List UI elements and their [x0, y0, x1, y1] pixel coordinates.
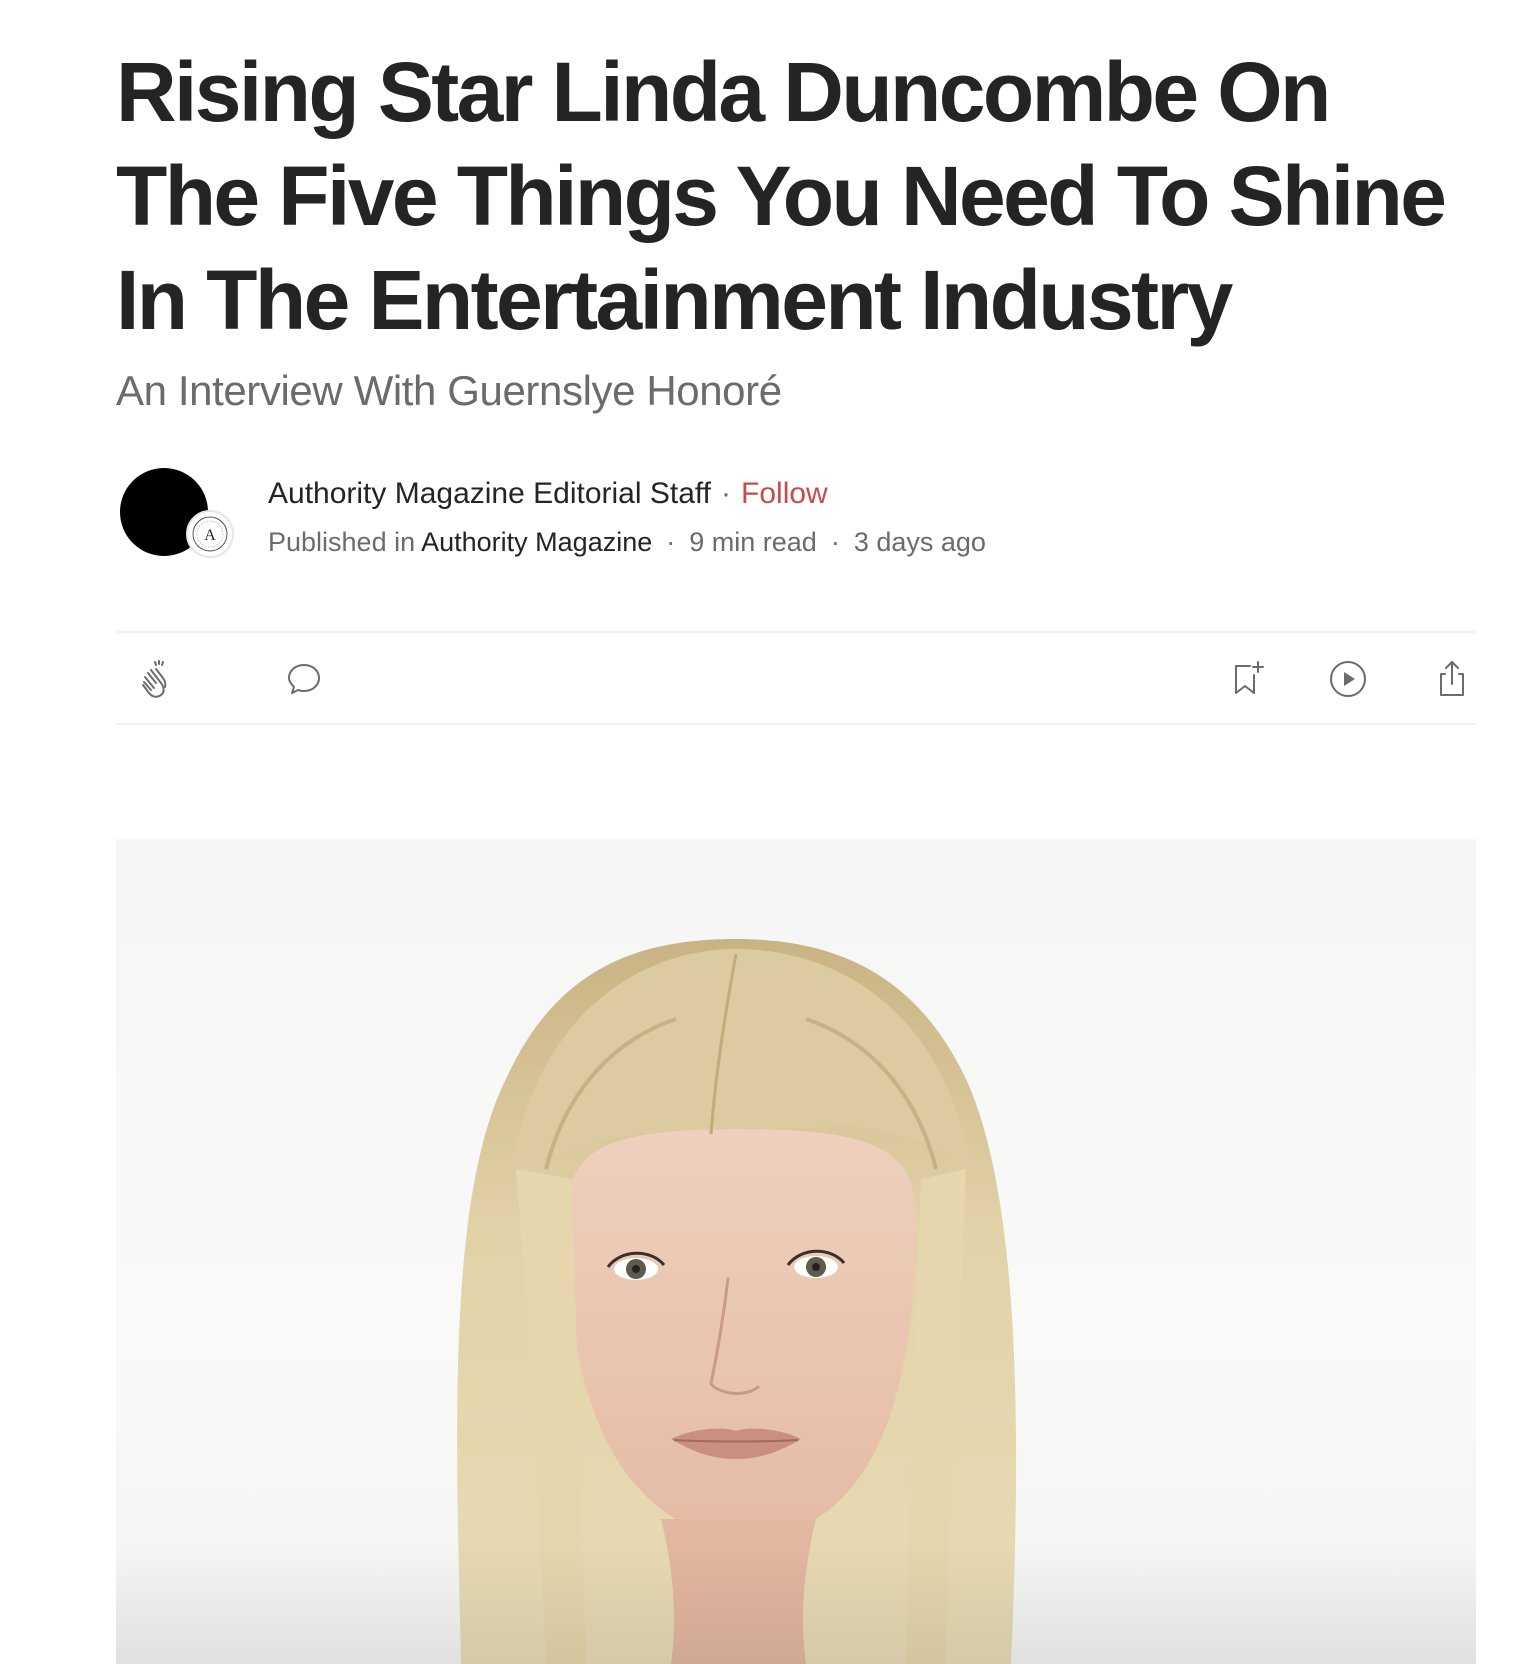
- comment-icon: [288, 664, 320, 694]
- portrait-illustration: [116, 939, 1476, 1664]
- publication-logo[interactable]: A: [186, 510, 234, 558]
- publication-link[interactable]: Authority Magazine: [421, 527, 652, 557]
- bookmark-add-icon: [1235, 661, 1264, 694]
- published-date: 3 days ago: [853, 527, 986, 557]
- author-avatar-group[interactable]: A: [118, 466, 242, 560]
- hero-image: [116, 839, 1476, 1664]
- byline: Authority Magazine Editorial Staff · Follo…: [268, 474, 828, 514]
- author-name[interactable]: Authority Magazine Editorial Staff: [268, 477, 711, 510]
- clap-button[interactable]: [134, 657, 178, 701]
- article-page: Rising Star Linda Duncombe On The Five T…: [0, 0, 1520, 1664]
- byline-separator: ·: [721, 477, 732, 510]
- meta-separator: ·: [666, 527, 676, 557]
- clap-icon: [142, 660, 167, 698]
- publication-logo-icon: A: [192, 516, 228, 552]
- article-title: Rising Star Linda Duncombe On The Five T…: [116, 45, 1447, 347]
- follow-button[interactable]: Follow: [741, 477, 828, 510]
- article-meta: Published in Authority Magazine · 9 min re…: [268, 524, 986, 560]
- share-button[interactable]: [1430, 657, 1474, 701]
- action-bar: [116, 631, 1476, 725]
- publication-logo-letter: A: [204, 527, 216, 544]
- share-icon: [1440, 661, 1464, 696]
- read-time: 9 min read: [689, 527, 817, 557]
- bookmark-button[interactable]: [1226, 657, 1270, 701]
- article-subtitle: An Interview With Guernslye Honoré: [116, 367, 782, 414]
- comment-button[interactable]: [282, 657, 326, 701]
- listen-play-icon: [1330, 661, 1366, 697]
- listen-button[interactable]: [1326, 657, 1370, 701]
- meta-separator: ·: [830, 527, 840, 557]
- published-in-label: Published in: [268, 527, 416, 557]
